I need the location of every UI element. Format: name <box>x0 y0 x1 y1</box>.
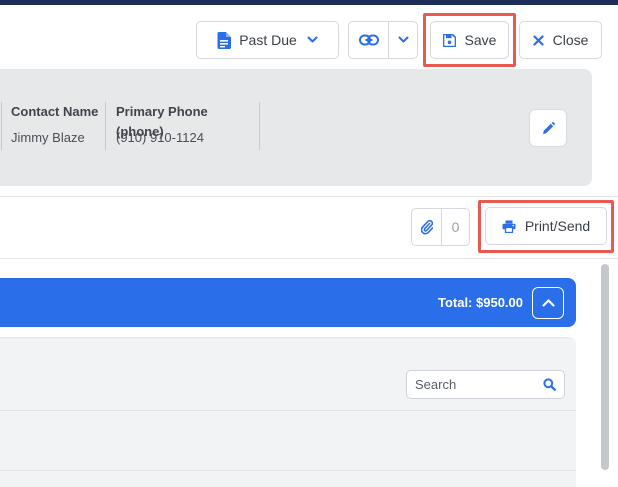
field-value: (910) 910-1124 <box>116 130 204 145</box>
scrollbar-thumb[interactable] <box>601 264 609 470</box>
pencil-icon <box>542 121 555 135</box>
chevron-down-icon <box>307 36 318 44</box>
attachment-count: 0 <box>441 208 470 246</box>
print-send-button[interactable]: Print/Send <box>485 207 607 245</box>
search-box <box>406 370 565 399</box>
link-button[interactable] <box>348 21 389 59</box>
attachments-button[interactable] <box>411 208 442 246</box>
primary-phone-field: Primary Phone (phone) (910) 910-1124 <box>116 102 258 152</box>
save-icon <box>442 33 456 47</box>
search-icon[interactable] <box>543 378 556 396</box>
close-button[interactable]: Close <box>519 21 602 59</box>
field-value: Jimmy Blaze <box>11 130 85 145</box>
search-input[interactable] <box>407 372 535 397</box>
total-bar: Total: $950.00 <box>0 278 576 327</box>
file-icon <box>217 31 232 49</box>
edit-contact-button[interactable] <box>529 109 567 147</box>
contact-name-field: Contact Name Jimmy Blaze <box>11 102 103 152</box>
field-header: Contact Name <box>11 104 99 119</box>
status-label: Past Due <box>239 32 297 48</box>
paperclip-icon <box>420 219 433 235</box>
scrollbar[interactable] <box>598 262 612 487</box>
section-divider <box>0 258 618 259</box>
save-label: Save <box>464 32 497 48</box>
close-label: Close <box>552 32 589 48</box>
link-menu-button[interactable] <box>388 21 418 59</box>
print-send-label: Print/Send <box>524 218 591 234</box>
chevron-down-icon <box>398 36 409 44</box>
save-button[interactable]: Save <box>430 21 509 59</box>
link-icon <box>358 34 379 46</box>
field-divider <box>259 102 260 150</box>
field-divider <box>105 102 106 150</box>
close-icon <box>532 34 544 46</box>
chevron-up-icon <box>541 294 555 312</box>
table-row <box>0 470 576 487</box>
field-header: Primary Phone (phone) <box>116 104 208 139</box>
total-amount: Total: $950.00 <box>437 295 523 310</box>
field-divider <box>1 102 2 150</box>
printer-icon <box>502 220 516 233</box>
collapse-button[interactable] <box>532 287 564 319</box>
app-header-strip <box>0 0 618 5</box>
status-dropdown-button[interactable]: Past Due <box>196 21 339 59</box>
section-divider <box>0 196 618 197</box>
